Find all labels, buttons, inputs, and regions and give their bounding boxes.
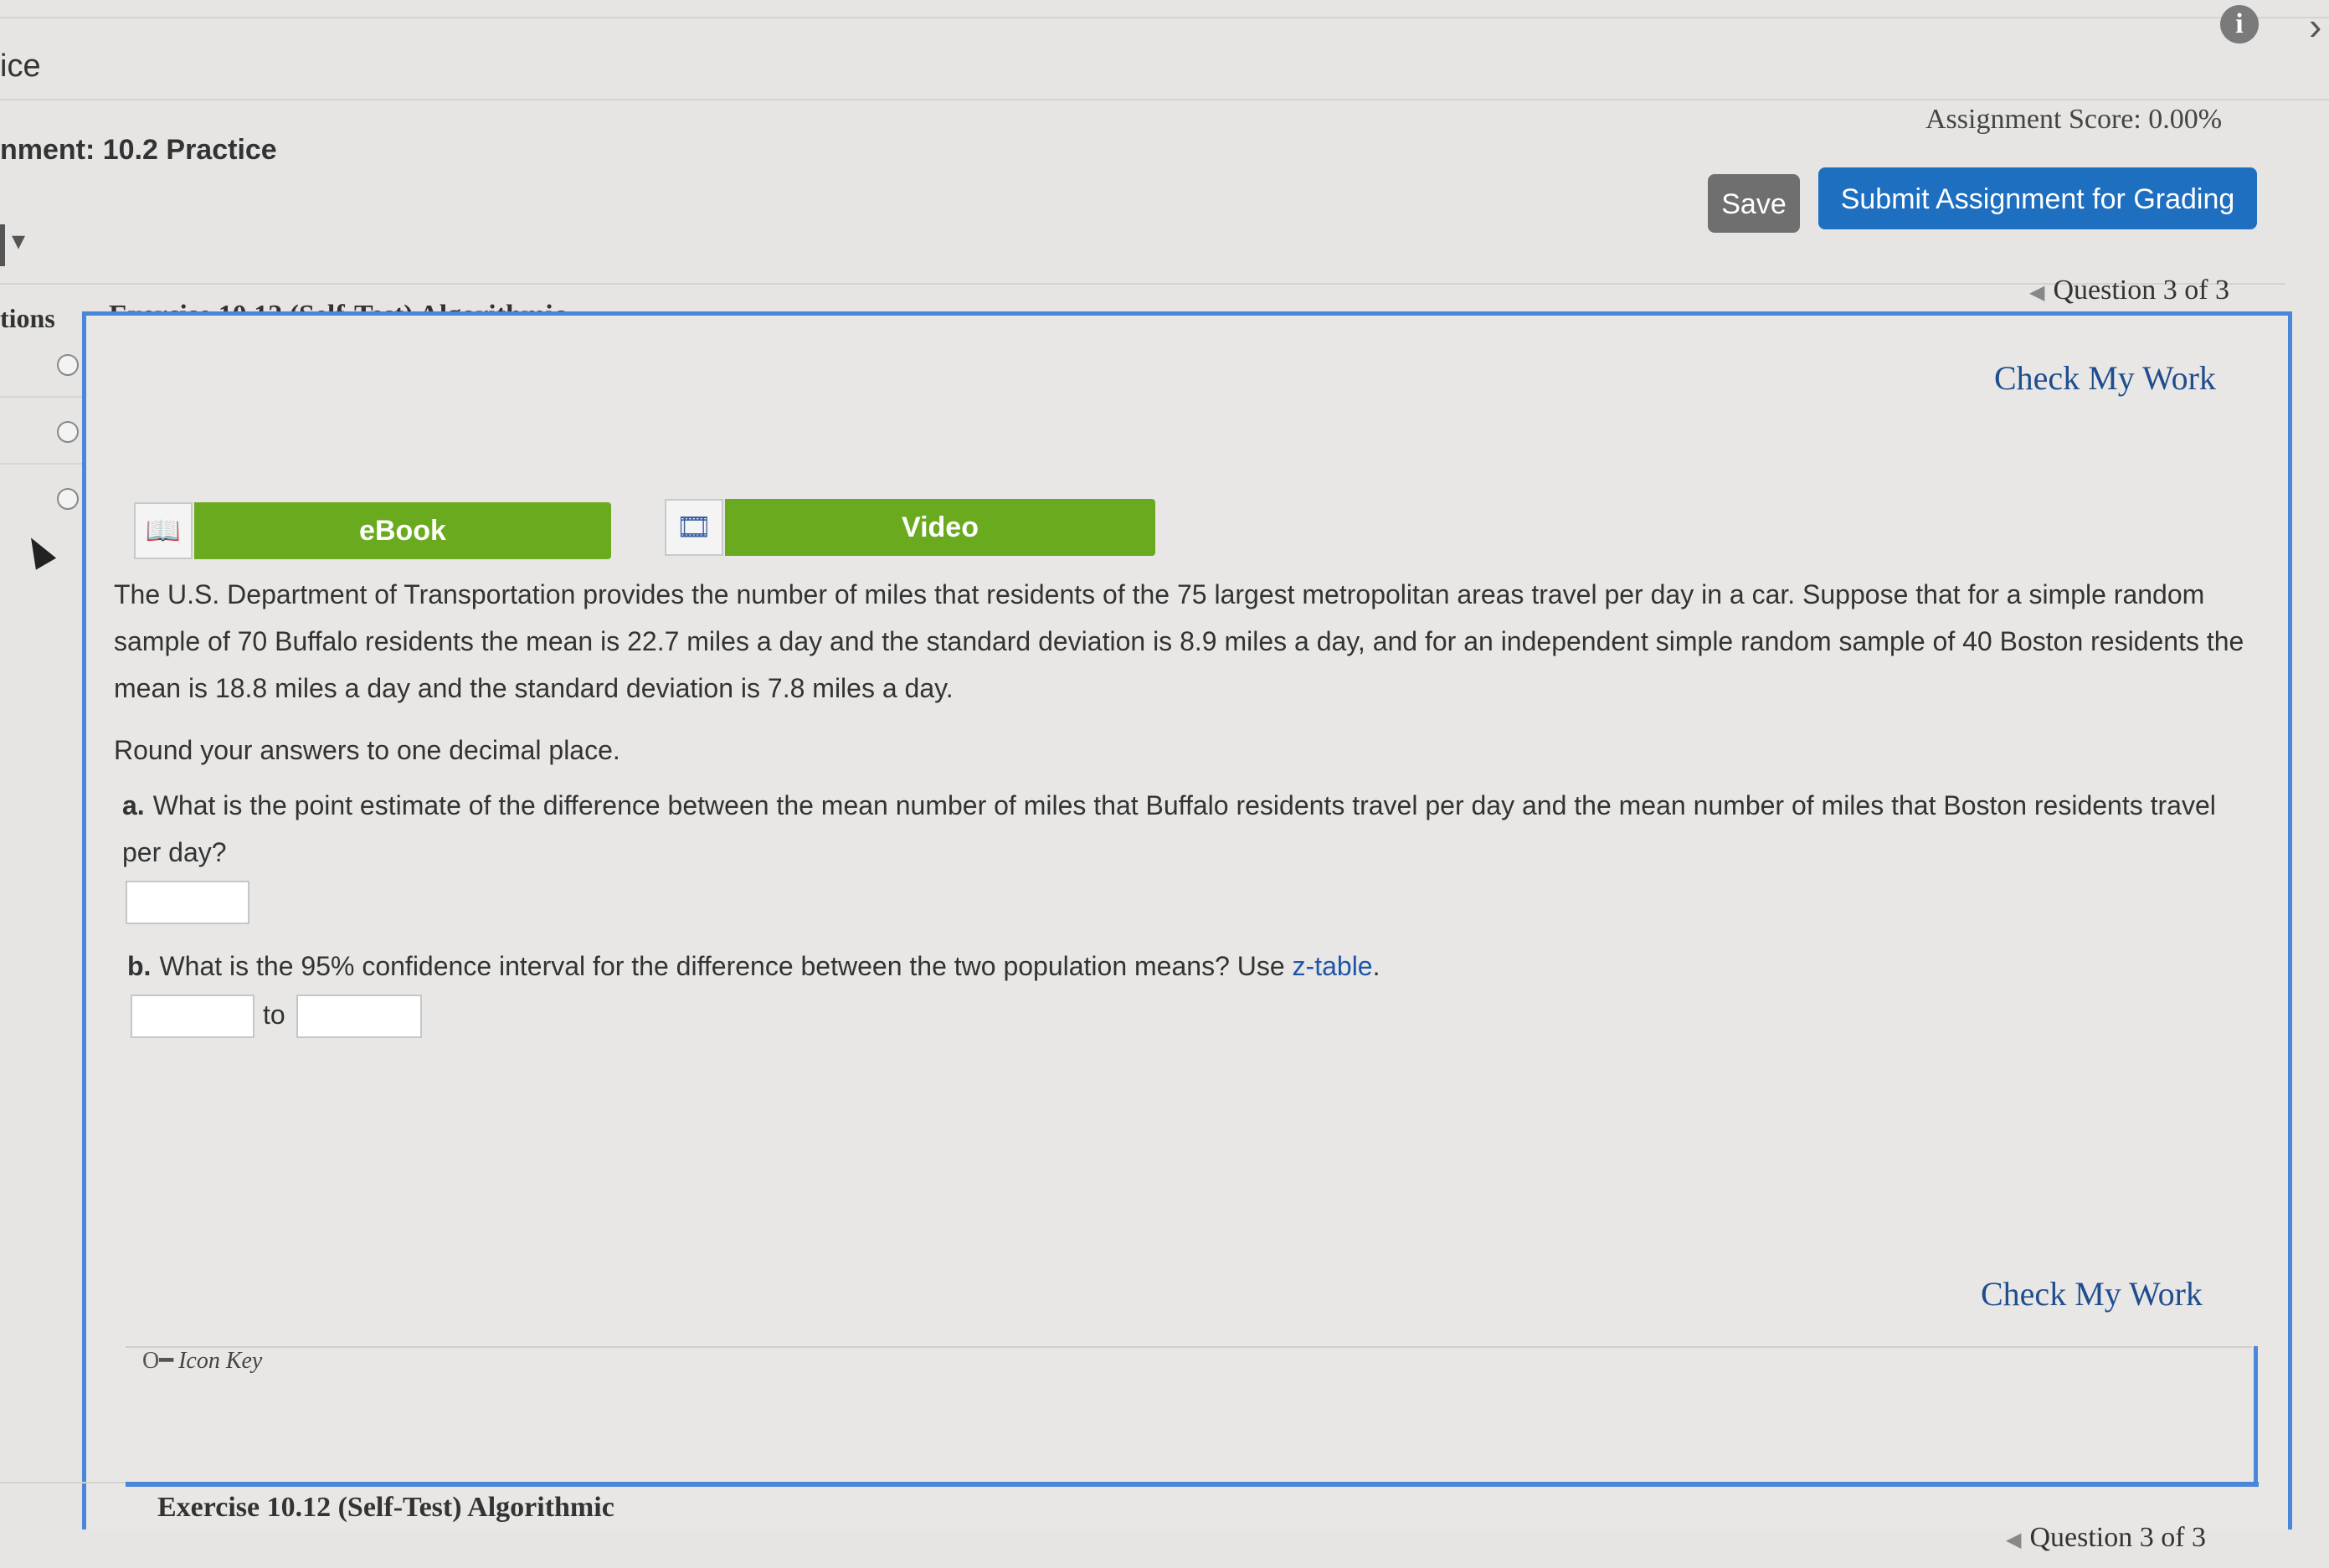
answer-b-upper-input[interactable] xyxy=(296,995,422,1038)
panel-divider xyxy=(0,283,2285,285)
question-nav-label: Question 3 of 3 xyxy=(2053,275,2230,306)
assignment-title: nment: 10.2 Practice xyxy=(0,134,277,166)
sidebar-question-1[interactable] xyxy=(0,331,90,398)
question-a-label: a. xyxy=(122,790,145,820)
dropdown-edge xyxy=(0,224,5,266)
info-icon[interactable]: i xyxy=(2220,5,2259,44)
question-a: a. What is the point estimate of the diff… xyxy=(122,782,2257,876)
question-status-radio[interactable] xyxy=(57,354,79,376)
key-icon: O━ xyxy=(142,1348,174,1374)
question-b-text: What is the 95% confidence interval for … xyxy=(159,951,1285,981)
ebook-button[interactable]: 📖 eBook xyxy=(134,502,611,559)
answer-a-input[interactable] xyxy=(126,881,249,924)
answer-b-lower-input[interactable] xyxy=(131,995,254,1038)
app-title: ice xyxy=(0,49,41,84)
icon-key-label: Icon Key xyxy=(178,1348,263,1374)
film-icon: 🎞 xyxy=(665,499,723,556)
assignment-score: Assignment Score: 0.00% xyxy=(1925,104,2223,135)
panel-border-right xyxy=(2254,1346,2258,1487)
problem-intro: The U.S. Department of Transportation pr… xyxy=(114,579,2244,703)
bottom-exercise-title: Exercise 10.12 (Self-Test) Algorithmic xyxy=(157,1492,614,1523)
interval-to-label: to xyxy=(263,1000,285,1030)
rounding-instruction: Round your answers to one decimal place. xyxy=(114,735,620,765)
question-b-end: . xyxy=(1372,951,1380,981)
previous-question-icon[interactable]: ◀ xyxy=(2006,1529,2021,1551)
question-status-radio[interactable] xyxy=(57,488,79,510)
previous-question-icon[interactable]: ◀ xyxy=(2029,282,2044,304)
save-button[interactable]: Save xyxy=(1708,174,1800,233)
panel-border-bottom xyxy=(126,1482,2259,1487)
question-b-label: b. xyxy=(127,951,152,981)
check-my-work-link[interactable]: Check My Work xyxy=(1994,358,2216,398)
book-icon: 📖 xyxy=(134,502,193,559)
question-sidebar xyxy=(0,331,92,1486)
bottom-divider xyxy=(0,1482,126,1483)
question-status-radio[interactable] xyxy=(57,421,79,443)
icon-key-divider xyxy=(126,1346,2252,1348)
question-b: b. What is the 95% confidence interval fo… xyxy=(127,943,2220,990)
sidebar-question-2[interactable] xyxy=(0,398,90,465)
z-table-link[interactable]: z-table xyxy=(1293,951,1373,981)
close-icon[interactable]: › xyxy=(2309,3,2321,49)
bottom-question-nav[interactable]: ◀ Question 3 of 3 xyxy=(2006,1522,2206,1554)
video-button[interactable]: 🎞 Video xyxy=(665,499,1155,556)
tab-questions[interactable]: tions xyxy=(0,303,55,334)
ebook-label: eBook xyxy=(194,502,611,559)
top-divider xyxy=(0,17,2329,18)
sidebar-question-3[interactable] xyxy=(0,465,90,530)
bottom-question-nav-label: Question 3 of 3 xyxy=(2029,1522,2207,1553)
video-label: Video xyxy=(725,499,1155,556)
question-a-text: What is the point estimate of the differ… xyxy=(122,790,2216,867)
header-divider xyxy=(0,99,2329,100)
icon-key[interactable]: O━ Icon Key xyxy=(142,1346,262,1375)
question-nav[interactable]: ◀ Question 3 of 3 xyxy=(2029,275,2229,306)
submit-assignment-button[interactable]: Submit Assignment for Grading xyxy=(1818,167,2257,229)
chevron-down-icon[interactable]: ▾ xyxy=(12,224,25,256)
check-my-work-link-bottom[interactable]: Check My Work xyxy=(1981,1274,2203,1314)
